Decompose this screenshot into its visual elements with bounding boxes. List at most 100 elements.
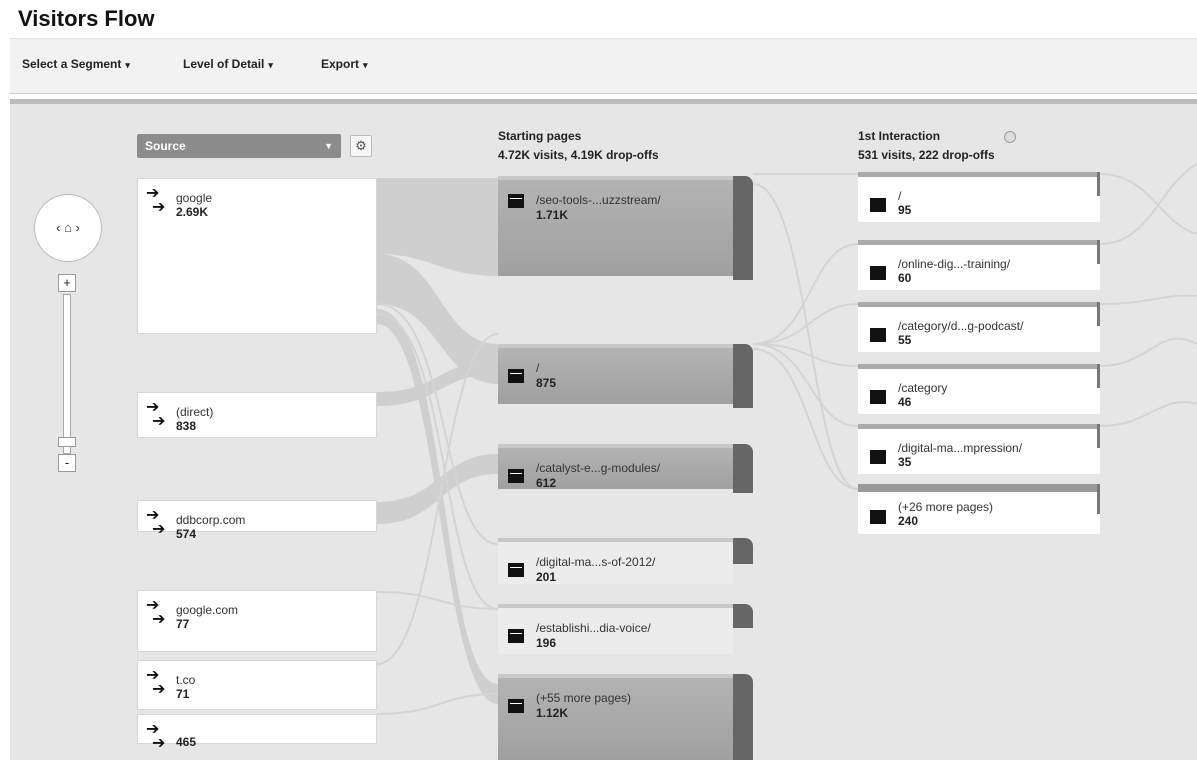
- zoom-slider-handle[interactable]: [58, 437, 76, 447]
- interaction-node[interactable]: / 95: [858, 172, 1100, 222]
- starting-page-node[interactable]: /establishi...dia-voice/ 196: [498, 604, 753, 654]
- page-value: 35: [898, 455, 912, 469]
- source-label: google.com: [176, 603, 239, 617]
- starting-page-node[interactable]: /catalyst-e...g-modules/ 612: [498, 444, 753, 493]
- flow-line: [1099, 294, 1197, 305]
- starting-pages-title: Starting pages: [498, 129, 582, 143]
- zoom-in-button[interactable]: +: [58, 274, 76, 292]
- source-value: 574: [176, 527, 197, 541]
- source-value: 77: [176, 617, 190, 631]
- starting-page-node[interactable]: (+55 more pages) 1.12K: [498, 674, 753, 760]
- chevron-down-icon: ▾: [363, 60, 368, 70]
- flow-line: [752, 343, 859, 427]
- page-icon: [870, 510, 886, 524]
- export-menu[interactable]: Export ▾: [321, 57, 368, 71]
- page-label: /online-dig...-training/: [898, 257, 1011, 271]
- page-icon: [870, 266, 886, 280]
- source-value: 838: [176, 419, 197, 433]
- page-label: /: [536, 361, 540, 375]
- source-node[interactable]: ➔ ➔ t.co 71: [137, 660, 377, 710]
- source-node[interactable]: ➔ ➔ google 2.69K: [137, 178, 377, 334]
- page-icon: [508, 699, 524, 713]
- page-value: 196: [536, 636, 557, 650]
- source-node[interactable]: ➔ ➔ 465: [137, 714, 377, 752]
- pan-control[interactable]: ‹ ⌂ ›: [34, 194, 102, 262]
- source-arrow-icon: ➔ ➔: [146, 597, 166, 628]
- select-segment-label: Select a Segment: [22, 57, 122, 71]
- level-of-detail-menu[interactable]: Level of Detail ▾: [183, 57, 273, 71]
- page-value: 46: [898, 395, 912, 409]
- zoom-slider-track[interactable]: [63, 294, 71, 454]
- starting-pages-stats: 4.72K visits, 4.19K drop-offs: [498, 148, 659, 162]
- interaction-node[interactable]: /digital-ma...mpression/ 35: [858, 424, 1100, 474]
- page-label: (+26 more pages): [898, 500, 994, 514]
- flow-line: [752, 303, 859, 345]
- source-label: ddbcorp.com: [176, 513, 246, 527]
- source-value: 71: [176, 687, 190, 701]
- dropoff-bar: [1097, 302, 1100, 326]
- page-value: 875: [536, 376, 557, 390]
- flow-line: [1099, 401, 1197, 427]
- flow-line: [752, 348, 859, 490]
- source-dropdown[interactable]: Source ▼: [137, 134, 341, 158]
- starting-pages-header: Starting pages 4.72K visits, 4.19K drop-…: [498, 129, 659, 162]
- page-label: /digital-ma...s-of-2012/: [536, 555, 656, 569]
- dropoff-bar: [1097, 484, 1100, 514]
- dropoff-bar: [733, 444, 753, 493]
- page-label: /digital-ma...mpression/: [898, 441, 1023, 455]
- page-label: (+55 more pages): [536, 691, 632, 705]
- source-label: (direct): [176, 405, 214, 419]
- source-arrow-icon: ➔ ➔: [146, 399, 166, 430]
- help-icon[interactable]: [1004, 131, 1016, 143]
- source-node[interactable]: ➔ ➔ ddbcorp.com 574: [137, 500, 377, 541]
- page-label: /: [898, 189, 902, 203]
- flow-canvas[interactable]: ‹ ⌂ › + - Source ▼ ⚙ Starting pages 4.72K…: [10, 104, 1197, 760]
- page-label: /seo-tools-...uzzstream/: [536, 193, 661, 207]
- dropoff-bar: [733, 344, 753, 408]
- source-node[interactable]: ➔ ➔ google.com 77: [137, 590, 377, 652]
- gear-icon[interactable]: ⚙: [350, 135, 372, 157]
- dropoff-bar: [1097, 240, 1100, 264]
- source-value: 2.69K: [176, 205, 209, 219]
- source-arrow-icon: ➔ ➔: [146, 507, 166, 538]
- page-value: 1.71K: [536, 208, 569, 222]
- interaction-node[interactable]: /category 46: [858, 364, 1100, 414]
- page-value: 95: [898, 203, 912, 217]
- page-value: 1.12K: [536, 706, 569, 720]
- starting-page-node[interactable]: /digital-ma...s-of-2012/ 201: [498, 538, 753, 584]
- dropoff-bar: [1097, 364, 1100, 388]
- zoom-out-button[interactable]: -: [58, 454, 76, 472]
- first-interaction-title: 1st Interaction: [858, 129, 941, 143]
- interaction-node[interactable]: (+26 more pages) 240: [858, 484, 1100, 534]
- flow-line: [376, 693, 499, 715]
- interaction-node[interactable]: /online-dig...-training/ 60: [858, 240, 1100, 290]
- home-icon: ‹ ⌂ ›: [56, 220, 80, 235]
- source-node[interactable]: ➔ ➔ (direct) 838: [137, 392, 377, 438]
- first-interaction-stats: 531 visits, 222 drop-offs: [858, 148, 995, 162]
- dropoff-bar: [733, 538, 753, 564]
- source-label: google: [176, 191, 213, 205]
- first-interaction-header: 1st Interaction 531 visits, 222 drop-off…: [858, 129, 995, 162]
- interaction-node[interactable]: /category/d...g-podcast/ 55: [858, 302, 1100, 352]
- page-label: /category: [898, 381, 948, 395]
- page-value: 55: [898, 333, 912, 347]
- select-segment-menu[interactable]: Select a Segment ▾: [22, 57, 130, 71]
- source-arrow-icon: ➔ ➔: [146, 667, 166, 698]
- page-icon: [508, 629, 524, 643]
- page-value: 60: [898, 271, 912, 285]
- dropoff-bar: [1097, 424, 1100, 448]
- page-value: 201: [536, 570, 557, 584]
- chevron-down-icon: ▾: [125, 60, 130, 70]
- page-value: 240: [898, 514, 919, 528]
- starting-page-node[interactable]: / 875: [498, 344, 753, 408]
- dropoff-bar: [1097, 172, 1100, 196]
- page-icon: [870, 328, 886, 342]
- flow-line: [1099, 337, 1197, 367]
- page-icon: [870, 198, 886, 212]
- starting-page-node[interactable]: /seo-tools-...uzzstream/ 1.71K: [498, 176, 753, 280]
- flow-line: [752, 243, 859, 345]
- flow-line: [752, 183, 859, 490]
- source-label: t.co: [176, 673, 196, 687]
- flow-line: [1099, 173, 1197, 235]
- page-icon: [508, 369, 524, 383]
